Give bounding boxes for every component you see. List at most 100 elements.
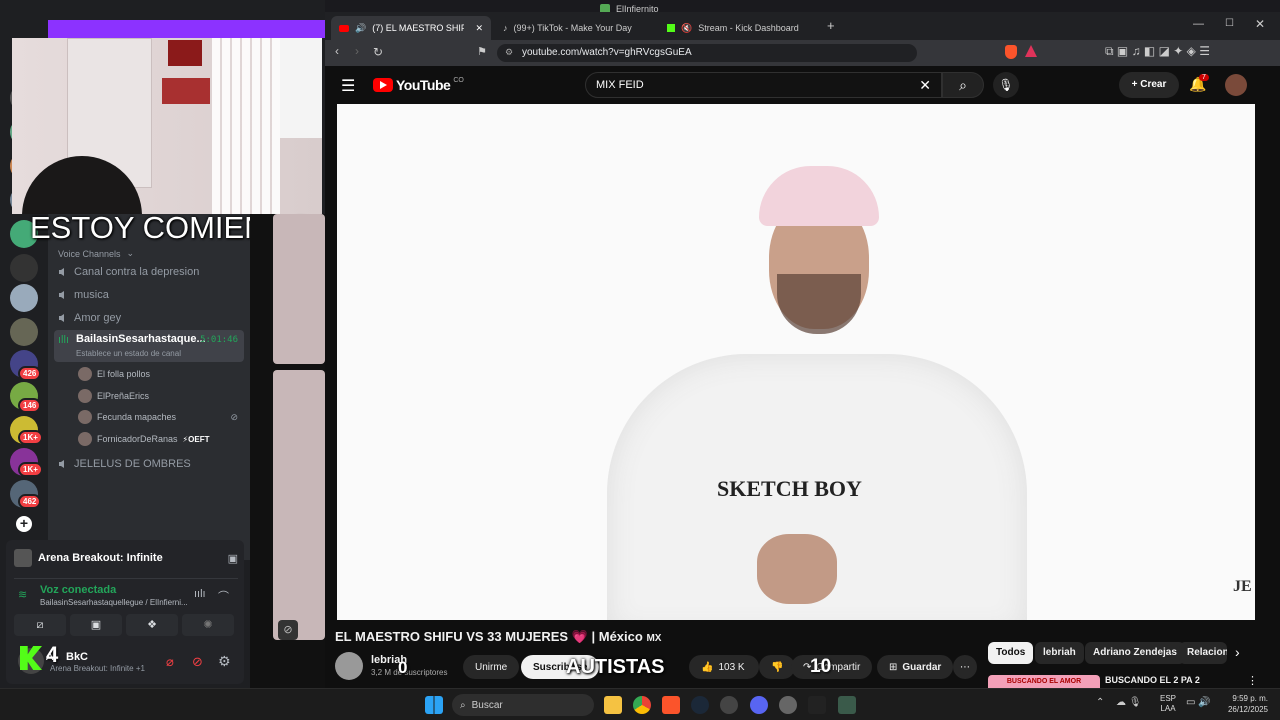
server-icon[interactable] [10, 284, 38, 312]
share-button[interactable]: ↷ Compartir [791, 655, 873, 679]
stream-icon[interactable]: ▣ [228, 552, 238, 565]
create-button[interactable]: + Crear [1119, 72, 1179, 98]
speaker-icon [58, 459, 68, 469]
chip-channel[interactable]: lebriah [1035, 642, 1084, 664]
add-server-icon[interactable]: + [16, 516, 32, 532]
voice-channels-header[interactable]: Voice Channels ⌄ [58, 248, 134, 259]
audio-app-icon[interactable] [808, 696, 826, 714]
video-player[interactable]: SKETCH BOY JE [337, 104, 1255, 620]
minimize-button[interactable]: — [1193, 18, 1204, 30]
close-tab-icon[interactable]: ✕ [475, 23, 483, 34]
more-actions-button[interactable]: ⋯ [953, 655, 977, 679]
clock[interactable]: 9:59 p. m. 26/12/2025 [1222, 693, 1268, 715]
maximize-button[interactable]: ☐ [1225, 18, 1234, 29]
steam-icon[interactable] [691, 696, 709, 714]
brave-icon[interactable] [662, 696, 680, 714]
activities-button[interactable]: ❖ [126, 614, 178, 636]
tab-youtube[interactable]: 🔊 (7) EL MAESTRO SHIFU VS 33 ✕ [331, 16, 491, 40]
camera-off-button[interactable]: ⧄ [14, 614, 66, 636]
rec-more-icon[interactable]: ⋮ [1247, 674, 1258, 687]
app-icon[interactable] [720, 696, 738, 714]
extensions-icon[interactable]: ⧉ ▣ ♫ ◧ ◪ ✦ ◈ ☰ [1105, 44, 1210, 59]
youtube-logo[interactable]: YouTube CO [373, 77, 464, 93]
channel-watermark[interactable]: JE [1233, 578, 1252, 596]
soundboard-button[interactable]: ✺ [182, 614, 234, 636]
screen-share-button[interactable]: ▣ [70, 614, 122, 636]
clear-search-icon[interactable]: ✕ [919, 77, 931, 94]
thumbs-down-icon: 👎 [771, 661, 784, 673]
voice-member[interactable]: El folla pollos [78, 367, 150, 381]
dislike-button[interactable]: 👎 [759, 655, 795, 679]
server-icon[interactable] [10, 254, 38, 282]
chip-topic[interactable]: Adriano Zendejas [1085, 642, 1185, 664]
settings-gear-icon[interactable]: ⚙ [218, 653, 231, 670]
server-icon[interactable] [10, 318, 38, 346]
voice-member[interactable]: ElPreñaErics [78, 389, 149, 403]
chip-all[interactable]: Todos [988, 642, 1034, 664]
voice-status[interactable]: Voz conectada [40, 584, 116, 596]
account-avatar[interactable] [1225, 74, 1247, 96]
unread-badge: 1K+ [18, 430, 43, 445]
taskbar-search[interactable]: ⌕ Buscar [452, 694, 594, 716]
voice-channel[interactable]: musica [58, 289, 109, 301]
new-tab-button[interactable]: + [827, 18, 835, 33]
voice-channel-path[interactable]: BailasinSesarhastaquellegue / ElInfierni… [40, 598, 188, 607]
tab-tiktok[interactable]: ♪ (99+) TikTok - Make Your Day [495, 16, 655, 40]
channel-avatar[interactable] [335, 652, 363, 680]
language-indicator[interactable]: ESP LAA [1160, 694, 1176, 714]
search-button[interactable]: ⌕ [942, 72, 984, 98]
bookmark-icon[interactable]: ⚑ [477, 45, 487, 58]
close-window-button[interactable]: ✕ [1255, 17, 1265, 31]
app-icon[interactable] [838, 696, 856, 714]
windows-start-icon[interactable] [425, 696, 443, 714]
voice-member[interactable]: Fecunda mapaches ⊘ [78, 410, 238, 424]
chip-topic[interactable]: Relacion [1179, 642, 1227, 664]
forward-icon[interactable]: › [355, 44, 359, 58]
voice-channel[interactable]: JELELUS DE OMBRES [58, 458, 191, 470]
active-voice-channel[interactable]: ıllı BailasinSesarhastaque... 5:01:46 Es… [54, 330, 244, 362]
like-button[interactable]: 👍 103 K [689, 655, 759, 679]
address-bar[interactable]: ⚙ youtube.com/watch?v=ghRVcgsGuEA [497, 44, 917, 62]
voice-channel[interactable]: Canal contra la depresion [58, 266, 199, 278]
game-icon [14, 549, 32, 567]
voice-channel[interactable]: Amor gey [58, 312, 121, 324]
noise-icon[interactable]: ıılı [194, 588, 206, 600]
preview-card [273, 214, 325, 364]
speaker-icon [58, 313, 68, 323]
chevron-right-icon[interactable]: › [1235, 644, 1240, 660]
speaker-icon [58, 267, 68, 277]
user-panel: Arena Breakout: Infinite ▣ ≋ Voz conecta… [6, 540, 244, 684]
chrome-icon[interactable] [633, 696, 651, 714]
username: BkC [66, 651, 89, 663]
rec-title[interactable]: BUSCANDO EL 2 PA 2 [1105, 675, 1200, 685]
disconnect-icon[interactable]: ⌒ [218, 588, 229, 604]
back-icon[interactable]: ‹ [335, 44, 339, 58]
play-icon [373, 78, 393, 92]
speaker-icon [58, 290, 68, 300]
activity-row[interactable]: Arena Breakout: Infinite ▣ [14, 548, 238, 568]
hide-icon[interactable]: ⊘ [278, 620, 298, 640]
tray-chevron-icon[interactable]: ⌃ [1096, 697, 1104, 708]
save-button[interactable]: ⊞ Guardar [877, 655, 954, 679]
file-explorer-icon[interactable] [604, 696, 622, 714]
join-button[interactable]: Unirme [463, 655, 520, 679]
brave-shield-icon[interactable] [1005, 45, 1017, 59]
reload-icon[interactable]: ↻ [373, 45, 383, 59]
voice-search-icon[interactable]: 🎙 [993, 72, 1019, 98]
rec-thumbnail[interactable]: BUSCANDO EL AMOR [988, 675, 1100, 688]
mute-icon[interactable]: ⌀ [166, 654, 174, 670]
deafen-icon[interactable]: ⊘ [192, 654, 203, 670]
menu-icon[interactable]: ☰ [341, 76, 355, 96]
settings-icon[interactable] [779, 696, 797, 714]
search-input[interactable]: MIX FEID ✕ [585, 72, 942, 98]
network-volume-icons[interactable]: ▭ 🔊 [1186, 697, 1211, 708]
site-info-icon[interactable]: ⚙ [505, 47, 513, 58]
voice-member[interactable]: FornicadorDeRanas ⚡OEFT [78, 432, 210, 446]
webcam-feed [12, 38, 322, 214]
channel-status[interactable]: Establece un estado de canal [76, 349, 181, 358]
rewards-icon[interactable] [1025, 45, 1037, 57]
discord-icon[interactable] [750, 696, 768, 714]
audio-icon: 🔊 [355, 22, 367, 33]
tray-icons[interactable]: ☁ 🎙 [1116, 697, 1141, 708]
tab-kick[interactable]: 🔇 Stream - Kick Dashboard [659, 16, 819, 40]
